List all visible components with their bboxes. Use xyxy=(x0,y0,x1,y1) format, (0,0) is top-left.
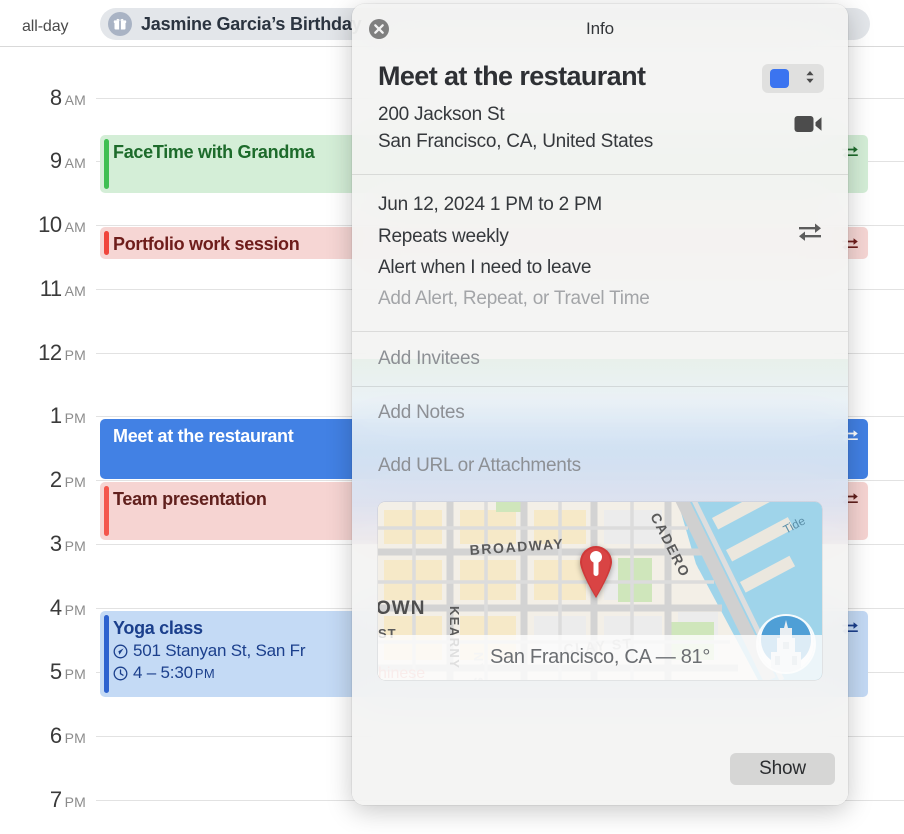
event-datetime[interactable]: Jun 12, 2024 1 PM to 2 PM xyxy=(378,189,822,220)
hour-label: 9 AM xyxy=(0,148,86,174)
map-pin-icon xyxy=(580,545,612,598)
hour-number: 10 xyxy=(38,212,62,237)
hour-label: 1 PM xyxy=(0,403,86,429)
event-accent-bar xyxy=(104,231,109,255)
hour-label: 4 PM xyxy=(0,595,86,621)
event-title: Meet at the restaurant xyxy=(378,61,646,91)
hour-number: 8 xyxy=(49,85,62,110)
hour-label: 12 PM xyxy=(0,340,86,366)
hour-number: 9 xyxy=(49,148,62,173)
location-icon xyxy=(113,644,128,658)
event-accent-bar xyxy=(104,486,109,536)
add-invitees-field[interactable]: Add Invitees xyxy=(352,332,848,386)
event-time-suffix: PM xyxy=(194,665,215,681)
hour-period: AM xyxy=(64,155,86,171)
svg-text:OWN: OWN xyxy=(378,598,425,619)
all-day-label: all-day xyxy=(22,18,69,35)
event-accent-bar xyxy=(104,139,109,189)
address-line-2: San Francisco, CA, United States xyxy=(378,131,654,153)
clock-icon xyxy=(113,666,128,680)
hour-number: 3 xyxy=(49,531,62,556)
hour-number: 5 xyxy=(49,659,62,684)
event-location: 501 Stanyan St, San Fr xyxy=(133,641,306,660)
hour-number: 1 xyxy=(49,403,62,428)
hour-label: 8 AM xyxy=(0,85,86,111)
popover-titlebar: Info xyxy=(352,4,848,54)
add-alert-repeat-travel[interactable]: Add Alert, Repeat, or Travel Time xyxy=(378,283,822,314)
hour-period: AM xyxy=(64,92,86,108)
hour-period: PM xyxy=(64,730,86,746)
event-accent-bar xyxy=(104,615,109,693)
popover-title: Info xyxy=(586,19,614,38)
repeat-icon[interactable] xyxy=(796,219,824,248)
hour-label: 3 PM xyxy=(0,531,86,557)
hour-label: 6 PM xyxy=(0,723,86,749)
hour-period: AM xyxy=(64,283,86,299)
hour-period: PM xyxy=(64,474,86,490)
hour-number: 4 xyxy=(49,595,62,620)
hour-label: 7 PM xyxy=(0,787,86,813)
gift-icon xyxy=(108,12,132,36)
hour-period: AM xyxy=(64,219,86,235)
close-icon[interactable] xyxy=(368,18,390,40)
address-line-1: 200 Jackson St xyxy=(378,104,505,126)
hour-period: PM xyxy=(64,410,86,426)
add-invitees-label: Add Invitees xyxy=(378,347,480,369)
color-swatch xyxy=(769,69,789,88)
hour-period: PM xyxy=(64,666,86,682)
event-alert-text[interactable]: Alert when I need to leave xyxy=(378,252,822,283)
hour-period: PM xyxy=(64,538,86,554)
event-time: 4 – 5:30 xyxy=(133,663,193,682)
hour-label: 5 PM xyxy=(0,659,86,685)
location-map[interactable]: BROADWAY KEARNY OWN ST CADERO Tide CLAY … xyxy=(378,501,822,680)
hour-label: 10 AM xyxy=(0,212,86,238)
hour-period: PM xyxy=(64,794,86,810)
all-day-event-title: Jasmine Garcia’s Birthday xyxy=(141,13,362,34)
add-notes-field[interactable]: Add Notes xyxy=(352,387,848,440)
add-notes-label: Add Notes xyxy=(378,402,465,424)
hour-label: 11 AM xyxy=(0,276,86,302)
hour-period: PM xyxy=(64,347,86,363)
event-when-section: Jun 12, 2024 1 PM to 2 PM Repeats weekly… xyxy=(352,175,848,330)
hour-number: 7 xyxy=(49,787,62,812)
show-button[interactable]: Show xyxy=(730,753,835,785)
event-repeat-text[interactable]: Repeats weekly xyxy=(378,221,822,252)
add-url-attachments-field[interactable]: Add URL or Attachments xyxy=(352,440,848,492)
calendar-color-picker[interactable] xyxy=(762,64,824,93)
add-url-label: Add URL or Attachments xyxy=(378,454,581,476)
event-header-section: Meet at the restaurant 200 Jackson St Sa… xyxy=(352,54,848,174)
hour-number: 11 xyxy=(39,276,62,301)
map-caption: San Francisco, CA — 81° xyxy=(378,634,822,680)
hour-label: 2 PM xyxy=(0,467,86,493)
chevron-up-down-icon xyxy=(804,68,816,89)
video-camera-icon[interactable] xyxy=(794,114,824,139)
event-info-popover: Info Meet at the restaurant 200 Jackson … xyxy=(352,4,848,805)
hour-number: 6 xyxy=(49,723,62,748)
hour-number: 12 xyxy=(38,340,62,365)
hour-period: PM xyxy=(64,602,86,618)
event-address[interactable]: 200 Jackson St San Francisco, CA, United… xyxy=(378,102,822,156)
hour-number: 2 xyxy=(49,467,62,492)
